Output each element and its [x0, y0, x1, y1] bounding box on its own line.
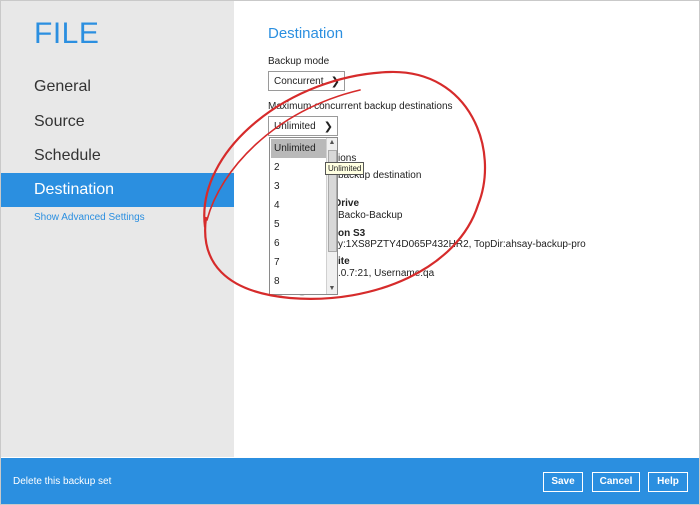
max-destinations-value: Unlimited	[274, 121, 316, 132]
dropdown-option[interactable]: 4	[271, 196, 327, 215]
dropdown-option[interactable]: 3	[271, 177, 327, 196]
backup-mode-select[interactable]: Concurrent ❯	[268, 71, 345, 91]
chevron-down-icon: ❯	[330, 76, 340, 88]
show-advanced-settings-link[interactable]: Show Advanced Settings	[34, 212, 145, 223]
backup-mode-value: Concurrent	[274, 76, 324, 87]
dropdown-option[interactable]: 7	[271, 253, 327, 272]
save-button[interactable]: Save	[543, 472, 583, 492]
dropdown-option[interactable]: 5	[271, 215, 327, 234]
sidebar-item-schedule[interactable]: Schedule	[1, 139, 234, 173]
destination-detail-fragment: Backo-Backup	[338, 210, 403, 221]
option-tooltip: Unlimited	[325, 162, 365, 175]
destination-name-fragment: ite	[338, 256, 350, 267]
max-destinations-label: Maximum concurrent backup destinations	[268, 101, 453, 112]
dropdown-option[interactable]: Unlimited	[271, 139, 327, 158]
app-title: FILE	[34, 17, 100, 50]
sidebar-item-source[interactable]: Source	[1, 105, 234, 139]
page-title: Destination	[268, 25, 344, 42]
scroll-up-icon[interactable]: ▲	[327, 138, 337, 148]
sidebar-item-destination[interactable]: Destination	[1, 173, 234, 207]
destination-detail-fragment: .0.7:21, Username:qa	[338, 268, 435, 279]
chevron-down-icon: ❯	[323, 121, 333, 133]
destination-name-fragment: on S3	[338, 228, 366, 239]
max-destinations-dropdown-list[interactable]: Unlimited 2 3 4 5 6 7 8 ▲ ▼	[269, 137, 338, 295]
footer-bar: Delete this backup set Save Cancel Help	[1, 458, 699, 504]
scroll-down-icon[interactable]: ▼	[327, 284, 337, 294]
backup-mode-label: Backup mode	[268, 56, 330, 67]
delete-backup-set-link[interactable]: Delete this backup set	[13, 476, 111, 487]
dropdown-option[interactable]: 6	[271, 234, 327, 253]
sidebar-item-general[interactable]: General	[1, 70, 234, 104]
dropdown-option[interactable]: 8	[271, 272, 327, 291]
destination-detail-fragment: y:1XS8PZTY4D065P432HR2, TopDir:ahsay-bac…	[338, 239, 586, 250]
dropdown-option[interactable]: 2	[271, 158, 327, 177]
sidebar: FILE General Source Schedule Destination…	[1, 1, 234, 457]
max-destinations-select[interactable]: Unlimited ❯	[268, 116, 338, 136]
cancel-button[interactable]: Cancel	[592, 472, 640, 492]
help-button[interactable]: Help	[648, 472, 688, 492]
